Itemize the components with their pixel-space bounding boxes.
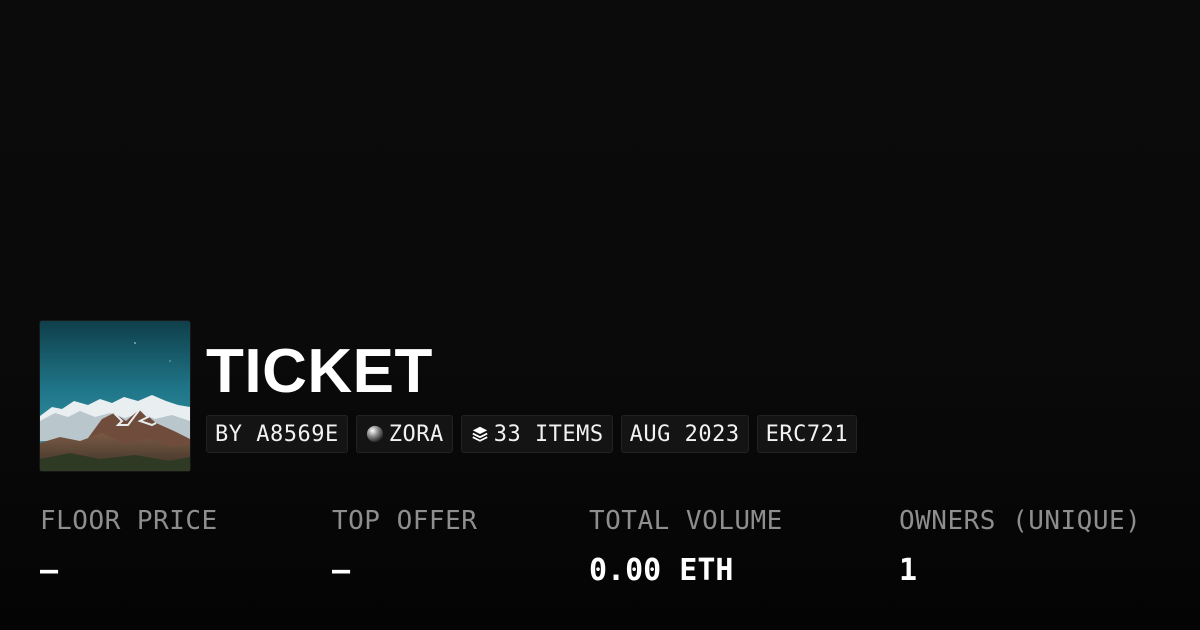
zora-orb-icon <box>365 424 385 444</box>
token-standard-chip: ERC721 <box>756 415 858 453</box>
total-volume-label: TOTAL VOLUME <box>589 506 783 536</box>
created-date-chip: AUG 2023 <box>620 415 749 453</box>
floor-price-stat: FLOOR PRICE – <box>40 503 218 589</box>
total-volume-stat: TOTAL VOLUME 0.00 ETH <box>589 503 783 589</box>
top-offer-stat: TOP OFFER – <box>332 503 477 589</box>
items-count-label: 33 ITEMS <box>493 421 604 447</box>
total-volume-value: 0.00 ETH <box>589 553 734 588</box>
collection-thumbnail <box>40 321 190 471</box>
owners-value: 1 <box>899 553 918 588</box>
floor-price-label: FLOOR PRICE <box>40 506 218 536</box>
chain-chip[interactable]: ZORA <box>355 415 453 453</box>
owners-label: OWNERS (UNIQUE) <box>899 506 1142 536</box>
creator-chip[interactable]: BY A8569E <box>206 415 348 453</box>
collection-meta-chips: BY A8569E ZORA 33 ITEMS AUG 2023 ERC721 <box>206 415 858 453</box>
creator-label: BY A8569E <box>215 421 339 447</box>
layers-icon <box>470 424 490 444</box>
chain-label: ZORA <box>388 421 444 447</box>
top-offer-label: TOP OFFER <box>332 506 478 536</box>
floor-price-value: – <box>40 553 59 588</box>
items-count-chip[interactable]: 33 ITEMS <box>460 415 613 453</box>
token-standard-label: ERC721 <box>765 421 849 447</box>
owners-stat: OWNERS (UNIQUE) 1 <box>899 503 1141 589</box>
mountain-landscape-image <box>40 321 190 471</box>
created-date-label: AUG 2023 <box>629 421 740 447</box>
collection-title: TICKET <box>206 337 433 406</box>
top-offer-value: – <box>332 553 351 588</box>
